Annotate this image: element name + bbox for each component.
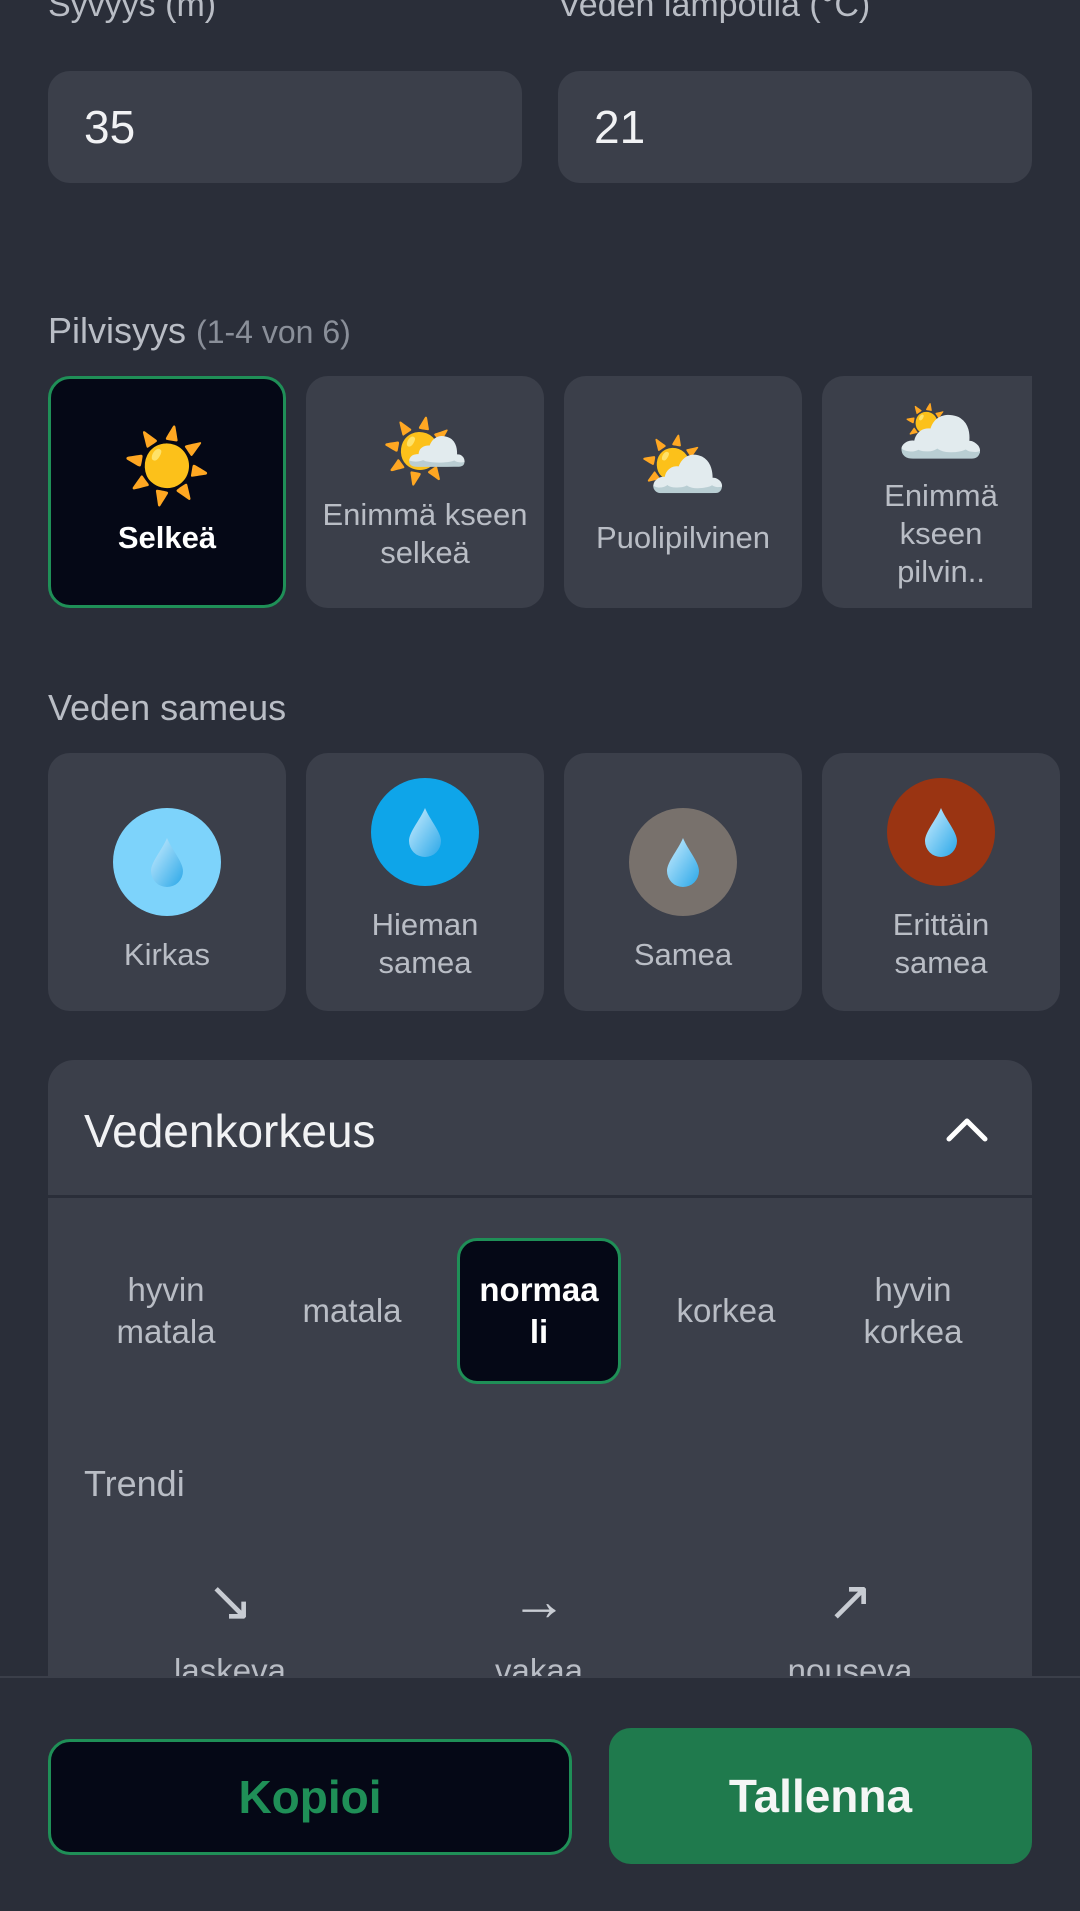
trend-title: Trendi bbox=[84, 1463, 185, 1504]
sun-icon: ☀️ bbox=[122, 427, 212, 507]
level-option-low[interactable]: matala bbox=[270, 1238, 434, 1384]
turbidity-option-label: Kirkas bbox=[123, 937, 211, 972]
arrow-right-icon: → bbox=[511, 1569, 567, 1632]
level-option-label: normaa li bbox=[479, 1271, 599, 1350]
copy-button[interactable]: Kopioi bbox=[48, 1739, 572, 1855]
turbidity-option-turbid[interactable]: Samea bbox=[564, 753, 802, 1011]
turbidity-option-label: Samea bbox=[633, 937, 733, 972]
arrow-down-right-icon: ↘ bbox=[206, 1569, 254, 1632]
trend-option-falling[interactable]: ↘ laskeva bbox=[110, 1566, 350, 1690]
turbidity-options: Kirkas Hieman samea Samea Erittäin samea bbox=[48, 753, 1060, 1011]
cloud-option-label: Enimmä kseen selkeä bbox=[322, 497, 528, 570]
water-drop-icon bbox=[113, 808, 221, 916]
water-level-header[interactable]: Vedenkorkeus bbox=[48, 1060, 1032, 1198]
sun-small-cloud-icon: 🌤️ bbox=[380, 412, 470, 492]
cloud-option-clear[interactable]: ☀️ Selkeä bbox=[48, 376, 286, 608]
cloud-option-label: Selkeä bbox=[117, 520, 217, 555]
depth-input[interactable] bbox=[48, 71, 522, 183]
cloudiness-count: (1-4 von 6) bbox=[196, 314, 351, 350]
turbidity-option-label: Hieman samea bbox=[371, 907, 479, 980]
turbidity-option-slightly-turbid[interactable]: Hieman samea bbox=[306, 753, 544, 1011]
level-option-very-low[interactable]: hyvin matala bbox=[84, 1238, 248, 1384]
water-drop-icon bbox=[887, 778, 995, 886]
sun-behind-large-cloud-icon: 🌥️ bbox=[896, 393, 986, 473]
water-drop-icon bbox=[629, 808, 737, 916]
cloud-option-label: Enimmä kseen pilvin.. bbox=[846, 477, 1032, 591]
trend-option-stable[interactable]: → vakaa bbox=[419, 1566, 659, 1690]
level-option-label: matala bbox=[302, 1292, 402, 1329]
cloud-option-mostly-clear[interactable]: 🌤️ Enimmä kseen selkeä bbox=[306, 376, 544, 608]
cloudiness-title-text: Pilvisyys bbox=[48, 310, 187, 351]
water-temp-input[interactable] bbox=[558, 71, 1032, 183]
cloud-option-label-text: Enimmä kseen pilvin.. bbox=[884, 478, 998, 589]
turbidity-option-very-turbid[interactable]: Erittäin samea bbox=[822, 753, 1060, 1011]
sun-behind-cloud-icon: ⛅ bbox=[638, 427, 728, 507]
level-option-label: korkea bbox=[676, 1292, 776, 1329]
cloud-option-partly-cloudy[interactable]: ⛅ Puolipilvinen bbox=[564, 376, 802, 608]
level-option-high[interactable]: korkea bbox=[644, 1238, 808, 1384]
level-option-normal[interactable]: normaa li bbox=[457, 1238, 621, 1384]
trend-option-rising[interactable]: ↗ nouseva bbox=[730, 1566, 970, 1690]
cloudiness-options: ☀️ Selkeä 🌤️ Enimmä kseen selkeä ⛅ Puoli… bbox=[48, 376, 1032, 608]
water-temp-label: Veden lämpötila (°C) bbox=[558, 0, 871, 24]
cloud-option-label: Puolipilvinen bbox=[595, 520, 771, 555]
turbidity-option-clear[interactable]: Kirkas bbox=[48, 753, 286, 1011]
level-option-label: hyvin matala bbox=[116, 1271, 216, 1350]
depth-label: Syvyys (m) bbox=[48, 0, 217, 24]
water-level-title: Vedenkorkeus bbox=[84, 1105, 376, 1157]
save-button[interactable]: Tallenna bbox=[609, 1728, 1032, 1864]
turbidity-option-label: Erittäin samea bbox=[892, 907, 990, 980]
arrow-up-right-icon: ↗ bbox=[826, 1569, 874, 1632]
cloudiness-title: Pilvisyys (1-4 von 6) bbox=[48, 310, 351, 352]
bottom-action-bar: Kopioi Tallenna bbox=[0, 1676, 1080, 1911]
cloud-option-mostly-cloudy[interactable]: 🌥️ Enimmä kseen pilvin.. bbox=[822, 376, 1032, 608]
water-drop-icon bbox=[371, 778, 479, 886]
level-option-very-high[interactable]: hyvin korkea bbox=[831, 1238, 995, 1384]
chevron-up-icon[interactable] bbox=[944, 1106, 990, 1152]
turbidity-title: Veden sameus bbox=[48, 687, 287, 728]
level-option-label: hyvin korkea bbox=[863, 1271, 963, 1350]
